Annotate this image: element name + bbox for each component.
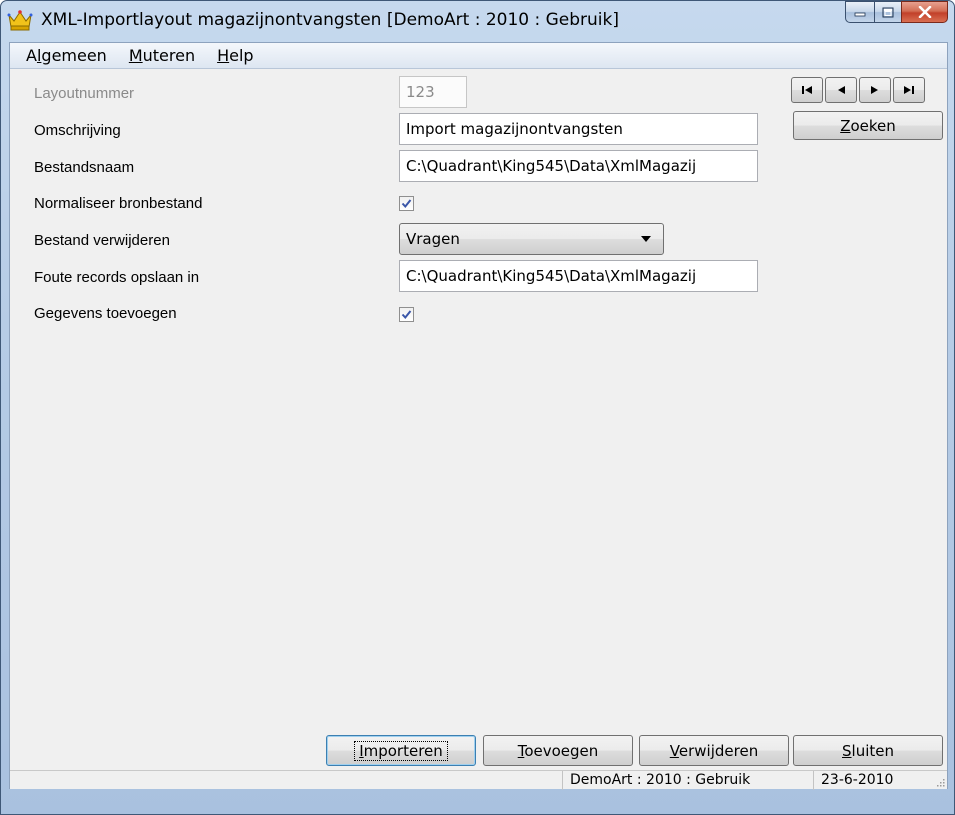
sluiten-button[interactable]: Sluiten <box>793 735 943 766</box>
application-window: XML-Importlayout magazijnontvangsten [De… <box>0 0 955 815</box>
menu-bar: Algemeen Muteren Help <box>10 43 947 69</box>
maximize-button[interactable] <box>874 1 901 23</box>
zoeken-rest: oeken <box>850 116 896 135</box>
zoeken-accesskey: Z <box>840 116 851 135</box>
menu-help[interactable]: Help <box>217 46 253 65</box>
foute-records-label: Foute records opslaan in <box>34 269 200 286</box>
bestand-verwijderen-select[interactable]: Vragen <box>399 223 664 255</box>
zoeken-button-label: Zoeken <box>840 117 896 135</box>
normaliseer-checkbox[interactable] <box>399 196 414 211</box>
minimize-icon <box>854 12 866 17</box>
client-area: Algemeen Muteren Help Layoutnummer 123 O… <box>9 42 948 790</box>
bestandsnaam-label: Bestandsnaam <box>34 159 135 176</box>
gegevens-toevoegen-checkbox[interactable] <box>399 307 414 322</box>
menu-help-accesskey: H <box>217 46 230 65</box>
status-separator <box>562 771 563 790</box>
status-bar: DemoArt : 2010 : Gebruik 23-6-2010 <box>10 770 947 790</box>
verwijderen-button[interactable]: Verwijderen <box>639 735 789 766</box>
importeren-button[interactable]: Importeren <box>326 735 476 766</box>
menu-muteren-suffix: uteren <box>142 46 196 65</box>
omschrijving-field[interactable]: Import magazijnontvangsten <box>399 113 758 145</box>
toevoegen-button-label: Toevoegen <box>518 742 599 760</box>
menu-muteren-accesskey: M <box>128 46 143 65</box>
status-context: DemoArt : 2010 : Gebruik <box>570 772 751 788</box>
crown-icon <box>7 10 33 31</box>
previous-record-icon <box>838 86 845 94</box>
checkmark-icon <box>401 310 412 320</box>
caption-buttons <box>845 1 948 25</box>
sluiten-accesskey: S <box>842 741 852 760</box>
menu-help-suffix: elp <box>229 46 254 65</box>
foute-records-field[interactable]: C:\Quadrant\King545\Data\XmlMagazij <box>399 260 758 292</box>
omschrijving-label: Omschrijving <box>34 122 121 139</box>
resize-grip-icon[interactable] <box>935 777 945 787</box>
close-button[interactable] <box>901 1 948 23</box>
menu-muteren[interactable]: Muteren <box>129 46 195 65</box>
first-record-button[interactable] <box>791 77 823 103</box>
verwijderen-label: Bestand verwijderen <box>34 232 170 249</box>
status-separator <box>813 771 814 790</box>
normaliseer-label: Normaliseer bronbestand <box>34 195 203 212</box>
bestand-verwijderen-value: Vragen <box>406 230 460 248</box>
bestandsnaam-field[interactable]: C:\Quadrant\King545\Data\XmlMagazij <box>399 150 758 182</box>
toevoegen-button[interactable]: Toevoegen <box>483 735 633 766</box>
sluiten-rest: luiten <box>851 741 894 760</box>
verwijderen-button-label: Verwijderen <box>670 742 758 760</box>
sluiten-button-label: Sluiten <box>842 742 894 760</box>
menu-algemeen-prefix: A <box>26 46 37 65</box>
menu-algemeen[interactable]: Algemeen <box>26 46 107 65</box>
maximize-icon <box>882 7 894 17</box>
record-navigation <box>791 77 925 103</box>
layoutnummer-field: 123 <box>399 76 467 108</box>
close-icon <box>918 6 931 18</box>
verwijderen-rest: erwijderen <box>678 741 759 760</box>
first-record-icon <box>802 86 812 94</box>
layoutnummer-label: Layoutnummer <box>34 85 135 102</box>
checkmark-icon <box>401 199 412 209</box>
title-bar[interactable]: XML-Importlayout magazijnontvangsten [De… <box>1 1 954 41</box>
menu-algemeen-suffix: gemeen <box>41 46 107 65</box>
importeren-rest: mporteren <box>363 741 443 760</box>
last-record-button[interactable] <box>893 77 925 103</box>
dropdown-arrow-icon <box>641 236 651 242</box>
zoeken-button[interactable]: Zoeken <box>793 111 943 140</box>
minimize-button[interactable] <box>845 1 874 23</box>
gegevens-toevoegen-label: Gegevens toevoegen <box>34 305 177 322</box>
verwijderen-accesskey: V <box>669 741 679 760</box>
status-date: 23-6-2010 <box>821 772 894 788</box>
next-record-button[interactable] <box>859 77 891 103</box>
form-area: Layoutnummer 123 Omschrijving Import mag… <box>10 70 947 770</box>
last-record-icon <box>904 86 914 94</box>
previous-record-button[interactable] <box>825 77 857 103</box>
next-record-icon <box>871 86 878 94</box>
toevoegen-rest: oevoegen <box>524 741 599 760</box>
window-title: XML-Importlayout magazijnontvangsten [De… <box>41 10 620 30</box>
importeren-button-label: Importeren <box>354 740 448 761</box>
